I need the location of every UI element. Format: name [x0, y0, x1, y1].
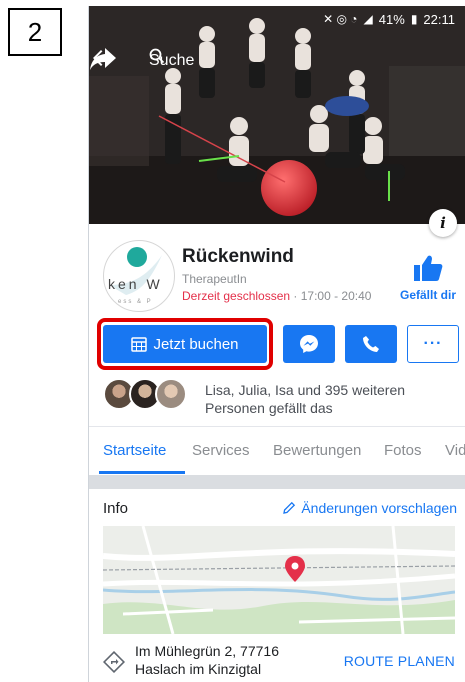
call-button[interactable]	[345, 325, 397, 363]
address-line-1: Im Mühlegrün 2, 77716	[135, 643, 279, 659]
book-now-button[interactable]: Jetzt buchen	[103, 325, 267, 363]
suggest-edits-link[interactable]: Änderungen vorschlagen	[282, 500, 457, 516]
directions-icon	[103, 651, 125, 673]
closed-status: Derzeit geschlossen	[182, 289, 291, 303]
cover-photo-image	[89, 6, 465, 224]
like-button[interactable]: Gefällt dir	[397, 254, 459, 304]
like-label: Gefällt dir	[399, 288, 456, 302]
address: Im Mühlegrün 2, 77716 Haslach im Kinzigt…	[135, 642, 279, 678]
page-category: TherapeutIn	[182, 272, 247, 286]
more-icon: ···	[423, 335, 443, 352]
logo-text: ken W	[108, 276, 163, 292]
battery-level: 41%	[378, 11, 405, 27]
suggest-edits-label: Änderungen vorschlagen	[301, 500, 457, 516]
svg-text:ess & P: ess & P	[118, 299, 153, 305]
more-options-button[interactable]: ···	[407, 325, 459, 363]
location-map[interactable]	[103, 526, 455, 634]
route-plan-button[interactable]: ROUTE PLANEN	[344, 653, 455, 669]
thumbs-up-icon	[414, 255, 443, 281]
status-bar: ✕ ◎ ◔ ◢ 41% ▮ 22:11	[89, 6, 465, 32]
opening-hours: Derzeit geschlossen · 17:00 - 20:40	[182, 289, 371, 303]
tab-startseite[interactable]: Startseite	[103, 442, 166, 459]
avatar	[155, 378, 187, 410]
phone-icon	[363, 336, 379, 352]
clock: 22:11	[423, 11, 455, 27]
pencil-icon	[283, 501, 296, 514]
active-tab-indicator	[99, 471, 185, 474]
calendar-icon	[131, 337, 148, 352]
hours-range: · 17:00 - 20:40	[293, 289, 372, 303]
search-field[interactable]: Suche	[149, 48, 194, 74]
info-icon[interactable]: i	[429, 209, 457, 237]
map-image	[103, 526, 455, 634]
logo-image: ken W ess & P	[108, 247, 163, 305]
step-number: 2	[27, 16, 43, 47]
cover-photo[interactable]: ✕ ◎ ◔ ◢ 41% ▮ 22:11 Suche	[89, 6, 465, 224]
tab-bar: Startseite Services Bewertungen Fotos Vi…	[89, 426, 465, 476]
notification-icons: ✕ ◎ ◔	[323, 12, 358, 26]
friend-avatars[interactable]	[103, 378, 193, 412]
messenger-icon	[300, 335, 318, 353]
top-bar: Suche	[89, 46, 465, 76]
messenger-button[interactable]	[283, 325, 335, 363]
book-now-label: Jetzt buchen	[153, 335, 239, 353]
tab-videos[interactable]: Vid	[445, 442, 465, 459]
tab-fotos[interactable]: Fotos	[384, 442, 422, 459]
address-line-2: Haslach im Kinzigtal	[135, 661, 262, 677]
tab-bewertungen[interactable]: Bewertungen	[273, 442, 361, 459]
page-logo[interactable]: ken W ess & P	[103, 240, 175, 312]
section-divider	[89, 475, 465, 489]
friends-like-text: Lisa, Julia, Isa und 395 weiteren Person…	[205, 382, 406, 416]
battery-icon: ▮	[410, 12, 418, 26]
search-icon	[149, 48, 165, 64]
share-arrow-icon[interactable]	[89, 46, 117, 72]
signal-icon: ◢	[363, 12, 373, 26]
page-title: Rückenwind	[182, 246, 294, 267]
tab-services[interactable]: Services	[192, 442, 250, 459]
info-heading: Info	[103, 500, 129, 517]
step-number-box: 2	[8, 8, 62, 56]
phone-screen: ✕ ◎ ◔ ◢ 41% ▮ 22:11 Suche i ken W ess & …	[88, 6, 465, 682]
